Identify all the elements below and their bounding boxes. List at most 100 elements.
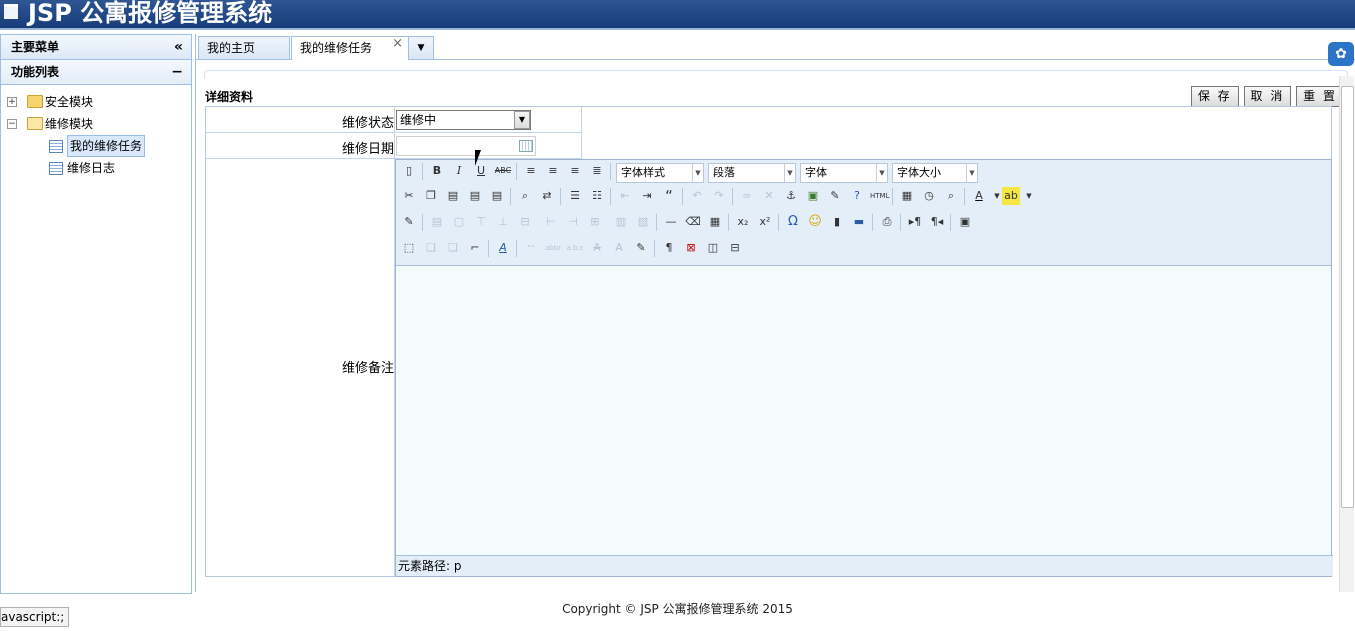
collapse-icon[interactable]: « bbox=[174, 35, 183, 59]
image-icon[interactable]: ▣ bbox=[804, 187, 822, 205]
anchor-icon[interactable]: ⚓ bbox=[782, 187, 800, 205]
emoticon-icon[interactable]: ☺ bbox=[806, 213, 824, 231]
chevron-down-icon[interactable]: ▼ bbox=[1020, 187, 1038, 205]
table-icon[interactable]: ▦ bbox=[706, 213, 724, 231]
tree-node-my-tasks[interactable]: 我的维修任务 bbox=[1, 135, 191, 157]
align-justify-icon[interactable]: ≣ bbox=[588, 162, 606, 180]
tab-menu-button[interactable]: ▼ bbox=[408, 36, 434, 59]
align-right-icon[interactable]: ≡ bbox=[566, 162, 584, 180]
paragraph-combo[interactable]: 段落 ▼ bbox=[708, 163, 796, 183]
function-list-header[interactable]: 功能列表 − bbox=[1, 60, 191, 85]
superscript-icon[interactable]: x² bbox=[756, 213, 774, 231]
italic-icon[interactable]: I bbox=[450, 162, 468, 180]
cut-icon[interactable]: ✂ bbox=[400, 187, 418, 205]
visual-chars-icon[interactable]: ¶ bbox=[660, 239, 678, 257]
style-props-icon[interactable]: A bbox=[494, 239, 512, 257]
row-before-icon[interactable]: ⊤ bbox=[472, 213, 490, 231]
scrollbar[interactable] bbox=[1339, 76, 1354, 592]
merge-cells-icon[interactable]: ▧ bbox=[634, 213, 652, 231]
calendar-icon[interactable] bbox=[519, 140, 533, 152]
font-style-combo[interactable]: 字体样式 ▼ bbox=[616, 163, 704, 183]
delete-col-icon[interactable]: ⊞ bbox=[586, 213, 604, 231]
tab-my-tasks[interactable]: 我的维修任务 × bbox=[291, 36, 409, 60]
numbered-list-icon[interactable]: ☷ bbox=[588, 187, 606, 205]
fullscreen-icon[interactable]: ▣ bbox=[956, 213, 974, 231]
copy-icon[interactable]: ❐ bbox=[422, 187, 440, 205]
chevron-down-icon[interactable]: ▼ bbox=[514, 111, 530, 129]
page-break-icon[interactable]: ⊟ bbox=[726, 239, 744, 257]
highlight-color-icon[interactable]: ab bbox=[1002, 187, 1020, 205]
abbr-icon[interactable]: abbr bbox=[544, 239, 562, 257]
insert-text-icon[interactable]: A bbox=[610, 239, 628, 257]
print-icon[interactable]: ⎙ bbox=[878, 213, 896, 231]
pagebreak-icon[interactable]: ▬ bbox=[850, 213, 868, 231]
cancel-button[interactable]: 取 消 bbox=[1243, 86, 1292, 107]
template-icon[interactable]: ◫ bbox=[704, 239, 722, 257]
edit-icon[interactable]: ✎ bbox=[400, 213, 418, 231]
rich-text-editor[interactable]: ▯ B I U ABC ≡ ≡ ≡ ≣ 字体样式 ▼ 段落 ▼ 字体 ▼ 字体大… bbox=[395, 159, 1333, 577]
col-before-icon[interactable]: ⊢ bbox=[542, 213, 560, 231]
eraser-icon[interactable]: ⌫ bbox=[684, 213, 702, 231]
attributes-icon[interactable]: ✎ bbox=[632, 239, 650, 257]
special-char-icon[interactable]: Ω bbox=[784, 213, 802, 231]
cleanup-icon[interactable]: ✎ bbox=[826, 187, 844, 205]
status-select[interactable]: 维修中 ▼ bbox=[396, 110, 531, 130]
paste-word-icon[interactable]: ▤ bbox=[488, 187, 506, 205]
outdent-icon[interactable]: ⇤ bbox=[616, 187, 634, 205]
media-icon[interactable]: ▮ bbox=[828, 213, 846, 231]
font-color-icon[interactable]: A bbox=[970, 187, 988, 205]
move-forward-icon[interactable]: ❏ bbox=[422, 239, 440, 257]
reset-button[interactable]: 重 置 bbox=[1296, 86, 1344, 107]
preview-icon[interactable]: ⌕ bbox=[942, 187, 960, 205]
table-cell-icon[interactable]: ▢ bbox=[450, 213, 468, 231]
font-size-combo[interactable]: 字体大小 ▼ bbox=[892, 163, 978, 183]
help-icon[interactable]: ? bbox=[848, 187, 866, 205]
collapse-minus-icon[interactable]: − bbox=[7, 119, 17, 129]
tree-node-repair[interactable]: − 维修模块 bbox=[1, 113, 191, 135]
unlink-icon[interactable]: ✕ bbox=[760, 187, 778, 205]
absolute-icon[interactable]: ⌐ bbox=[466, 239, 484, 257]
insert-time-icon[interactable]: ◷ bbox=[920, 187, 938, 205]
col-after-icon[interactable]: ⊣ bbox=[564, 213, 582, 231]
find-icon[interactable]: ⌕ bbox=[516, 187, 534, 205]
scroll-thumb[interactable] bbox=[1341, 86, 1354, 508]
new-document-icon[interactable]: ▯ bbox=[400, 162, 418, 180]
minus-icon[interactable]: − bbox=[171, 60, 183, 84]
share-icon[interactable]: ✿ bbox=[1328, 42, 1354, 66]
bold-icon[interactable]: B bbox=[428, 162, 446, 180]
cite-icon[interactable]: “” bbox=[522, 239, 540, 257]
close-icon[interactable]: × bbox=[392, 33, 403, 55]
acronym-icon[interactable]: a.b.c bbox=[566, 239, 584, 257]
row-after-icon[interactable]: ⊥ bbox=[494, 213, 512, 231]
horizontal-rule-icon[interactable]: — bbox=[662, 213, 680, 231]
align-left-icon[interactable]: ≡ bbox=[522, 162, 540, 180]
nonbreaking-icon[interactable]: ⊠ bbox=[682, 239, 700, 257]
html-source-icon[interactable]: HTML bbox=[870, 187, 889, 205]
link-icon[interactable]: ∞ bbox=[738, 187, 756, 205]
paste-icon[interactable]: ▤ bbox=[444, 187, 462, 205]
tab-home[interactable]: 我的主页 bbox=[198, 36, 290, 59]
replace-icon[interactable]: ⇄ bbox=[538, 187, 556, 205]
expand-plus-icon[interactable]: + bbox=[7, 97, 17, 107]
table-row-icon[interactable]: ▤ bbox=[428, 213, 446, 231]
insert-date-icon[interactable]: ▦ bbox=[898, 187, 916, 205]
blockquote-icon[interactable]: “ bbox=[660, 187, 678, 205]
ltr-icon[interactable]: ▸¶ bbox=[906, 213, 924, 231]
tree-node-security[interactable]: + 安全模块 bbox=[1, 91, 191, 113]
select-all-icon[interactable]: ⬚ bbox=[400, 239, 418, 257]
save-button[interactable]: 保 存 bbox=[1190, 86, 1239, 107]
subscript-icon[interactable]: x₂ bbox=[734, 213, 752, 231]
bullet-list-icon[interactable]: ☰ bbox=[566, 187, 584, 205]
redo-icon[interactable]: ↷ bbox=[710, 187, 728, 205]
delete-row-icon[interactable]: ⊟ bbox=[516, 213, 534, 231]
font-family-combo[interactable]: 字体 ▼ bbox=[800, 163, 888, 183]
delete-text-icon[interactable]: A bbox=[588, 239, 606, 257]
undo-icon[interactable]: ↶ bbox=[688, 187, 706, 205]
strikethrough-icon[interactable]: ABC bbox=[494, 162, 512, 180]
rtl-icon[interactable]: ¶◂ bbox=[928, 213, 946, 231]
split-cells-icon[interactable]: ▥ bbox=[612, 213, 630, 231]
indent-icon[interactable]: ⇥ bbox=[638, 187, 656, 205]
move-backward-icon[interactable]: ❏ bbox=[444, 239, 462, 257]
date-input[interactable] bbox=[396, 136, 536, 156]
paste-text-icon[interactable]: ▤ bbox=[466, 187, 484, 205]
